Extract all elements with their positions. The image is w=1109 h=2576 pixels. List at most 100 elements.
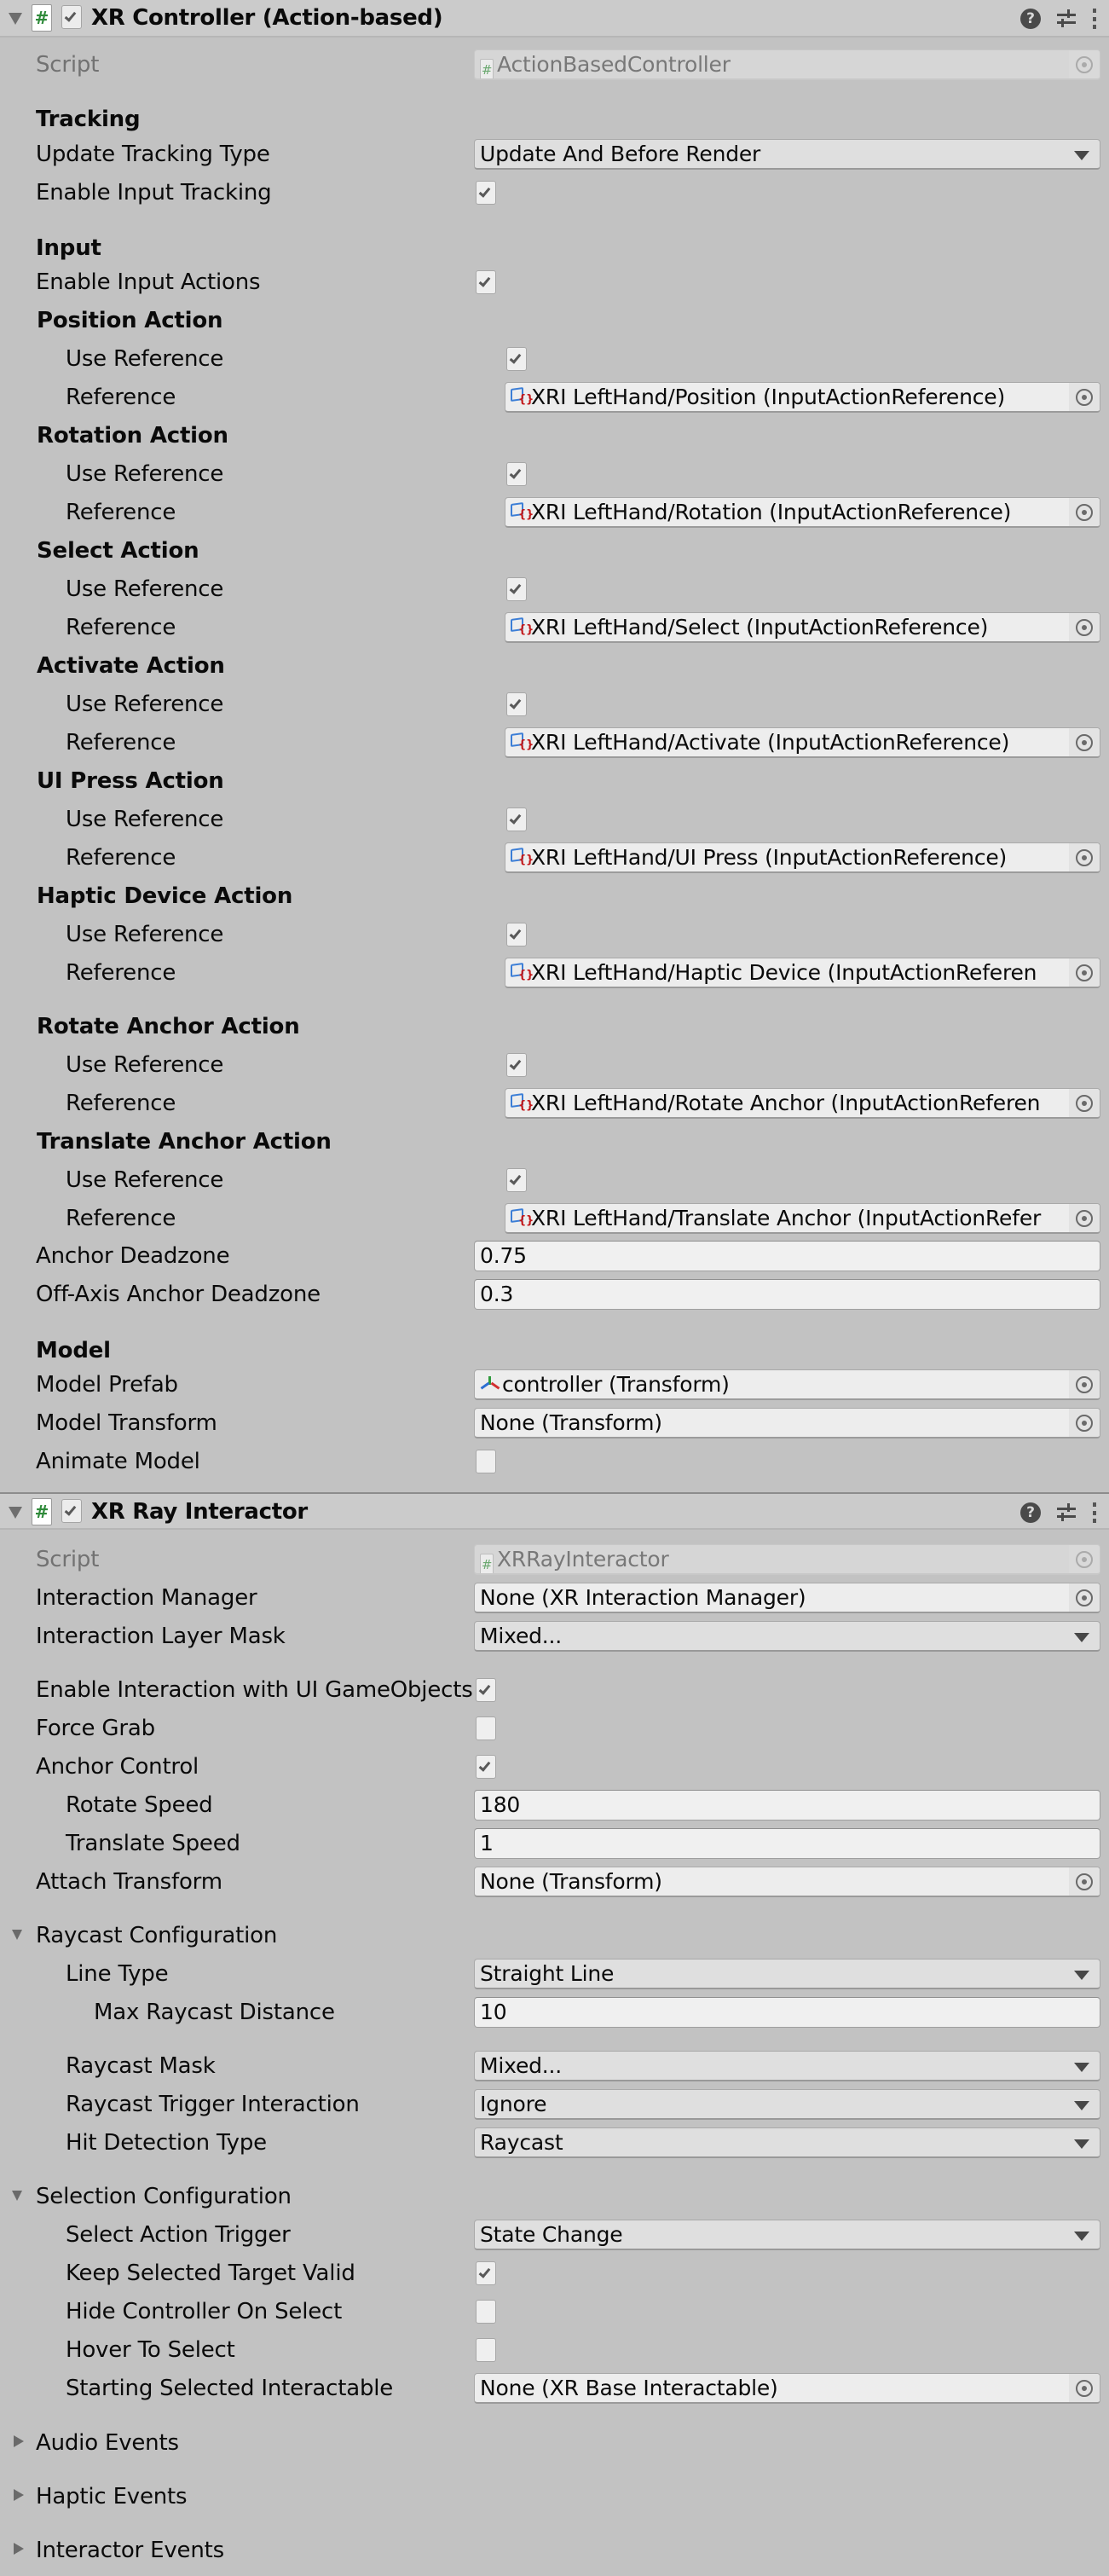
raycast-configuration-label: Raycast Configuration xyxy=(36,1923,278,1948)
input-action-reference-icon: {} xyxy=(511,385,534,408)
help-icon[interactable]: ? xyxy=(1020,1502,1041,1523)
interaction-manager-value: None (XR Interaction Manager) xyxy=(480,1585,806,1610)
haptic-events-foldout[interactable]: Haptic Events xyxy=(0,2480,1109,2514)
anchor-control-label: Anchor Control xyxy=(36,1754,199,1780)
rotate-speed-input[interactable]: 180 xyxy=(474,1790,1100,1821)
use-reference-checkbox[interactable] xyxy=(506,808,527,831)
object-picker-button[interactable] xyxy=(1069,1867,1100,1896)
object-picker-button[interactable] xyxy=(1069,613,1100,641)
reference-row: Reference {} XRI LeftHand/Rotation (InputA… xyxy=(0,495,1109,530)
foldout-expanded-icon[interactable] xyxy=(9,13,22,25)
animate-model-checkbox[interactable] xyxy=(476,1450,496,1473)
hover-to-select-checkbox[interactable] xyxy=(476,2338,496,2362)
enable-ui-interaction-checkbox[interactable] xyxy=(476,1678,496,1702)
presets-icon[interactable] xyxy=(1056,1502,1077,1523)
attach-transform-field[interactable]: None (Transform) xyxy=(474,1867,1100,1897)
foldout-collapsed-icon[interactable] xyxy=(14,2489,24,2501)
anchor-control-checkbox[interactable] xyxy=(476,1755,496,1779)
use-reference-label: Use Reference xyxy=(66,692,224,717)
audio-events-foldout[interactable]: Audio Events xyxy=(0,2426,1109,2460)
raycast-mask-dropdown[interactable]: Mixed... xyxy=(474,2051,1100,2081)
foldout-expanded-icon[interactable] xyxy=(12,1930,22,1940)
kebab-menu-icon[interactable] xyxy=(1092,1502,1097,1523)
foldout-collapsed-icon[interactable] xyxy=(14,2435,24,2447)
input-action-reference-field[interactable]: {} XRI LeftHand/Activate (InputActionRefe… xyxy=(505,727,1100,758)
select-action-trigger-label: Select Action Trigger xyxy=(66,2222,291,2248)
off-axis-anchor-deadzone-input[interactable]: 0.3 xyxy=(474,1279,1100,1310)
interaction-layer-mask-dropdown[interactable]: Mixed... xyxy=(474,1621,1100,1652)
use-reference-checkbox[interactable] xyxy=(506,692,527,716)
component-header-xr-controller[interactable]: # XR Controller (Action-based) ? xyxy=(0,0,1109,38)
keep-selected-target-valid-checkbox[interactable] xyxy=(476,2261,496,2285)
interaction-layer-mask-row: Interaction Layer Mask Mixed... xyxy=(0,1619,1109,1653)
starting-selected-interactable-label: Starting Selected Interactable xyxy=(66,2376,394,2401)
dropdown-arrow-icon xyxy=(1074,2063,1089,2072)
max-raycast-distance-input[interactable]: 10 xyxy=(474,1997,1100,2028)
use-reference-checkbox[interactable] xyxy=(506,1053,527,1077)
help-icon[interactable]: ? xyxy=(1020,9,1041,29)
starting-selected-interactable-field[interactable]: None (XR Base Interactable) xyxy=(474,2373,1100,2404)
hide-controller-on-select-checkbox[interactable] xyxy=(476,2300,496,2324)
input-action-reference-field[interactable]: {} XRI LeftHand/Haptic Device (InputActio… xyxy=(505,958,1100,988)
object-picker-button[interactable] xyxy=(1069,843,1100,871)
checkmark-icon xyxy=(509,1172,522,1185)
interactor-events-foldout[interactable]: Interactor Events xyxy=(0,2533,1109,2567)
input-action-reference-icon: {} xyxy=(511,846,534,868)
use-reference-row: Use Reference xyxy=(0,918,1109,952)
line-type-dropdown[interactable]: Straight Line xyxy=(474,1959,1100,1989)
use-reference-checkbox[interactable] xyxy=(506,462,527,486)
object-picker-button[interactable] xyxy=(1069,498,1100,526)
kebab-menu-icon[interactable] xyxy=(1092,9,1097,29)
raycast-trigger-interaction-dropdown[interactable]: Ignore xyxy=(474,2089,1100,2120)
input-action-reference-field[interactable]: {} XRI LeftHand/Rotate Anchor (InputActio… xyxy=(505,1088,1100,1119)
enable-input-tracking-checkbox[interactable] xyxy=(476,181,496,205)
use-reference-checkbox[interactable] xyxy=(506,923,527,946)
interaction-manager-field[interactable]: None (XR Interaction Manager) xyxy=(474,1583,1100,1613)
foldout-expanded-icon[interactable] xyxy=(12,2191,22,2201)
input-action-reference-field[interactable]: {} XRI LeftHand/UI Press (InputActionRefe… xyxy=(505,842,1100,873)
max-raycast-distance-row: Max Raycast Distance 10 xyxy=(0,1995,1109,2029)
object-picker-button[interactable] xyxy=(1069,728,1100,756)
hit-detection-type-dropdown[interactable]: Raycast xyxy=(474,2127,1100,2158)
foldout-collapsed-icon[interactable] xyxy=(14,2543,24,2555)
input-action-reference-field[interactable]: {} XRI LeftHand/Select (InputActionRefere… xyxy=(505,612,1100,643)
object-picker-button[interactable] xyxy=(1069,1089,1100,1117)
update-tracking-type-dropdown[interactable]: Update And Before Render xyxy=(474,139,1100,170)
reference-value: XRI LeftHand/Select (InputActionReferenc… xyxy=(531,615,989,640)
enable-input-tracking-label: Enable Input Tracking xyxy=(36,180,272,206)
object-picker-button[interactable] xyxy=(1069,1204,1100,1232)
use-reference-checkbox[interactable] xyxy=(506,577,527,601)
model-prefab-row: Model Prefab controller (Transform) xyxy=(0,1368,1109,1402)
object-picker-button[interactable] xyxy=(1069,383,1100,411)
component-enabled-checkbox[interactable] xyxy=(61,5,82,29)
object-picker-button[interactable] xyxy=(1069,1370,1100,1398)
input-action-reference-field[interactable]: {} XRI LeftHand/Rotation (InputActionRefe… xyxy=(505,497,1100,528)
use-reference-checkbox[interactable] xyxy=(506,1168,527,1192)
object-picker-button[interactable] xyxy=(1069,1409,1100,1437)
input-action-reference-field[interactable]: {} XRI LeftHand/Position (InputActionRefe… xyxy=(505,382,1100,413)
input-action-reference-field[interactable]: {} XRI LeftHand/Translate Anchor (InputAc… xyxy=(505,1203,1100,1234)
translate-speed-input[interactable]: 1 xyxy=(474,1828,1100,1859)
attach-transform-value: None (Transform) xyxy=(480,1869,662,1894)
model-prefab-field[interactable]: controller (Transform) xyxy=(474,1369,1100,1400)
off-axis-anchor-deadzone-row: Off-Axis Anchor Deadzone 0.3 xyxy=(0,1277,1109,1311)
reference-label: Reference xyxy=(66,500,176,525)
model-transform-field[interactable]: None (Transform) xyxy=(474,1408,1100,1439)
checkmark-icon xyxy=(509,1057,522,1070)
reference-row: Reference {} XRI LeftHand/Position (InputA… xyxy=(0,380,1109,414)
object-picker-button[interactable] xyxy=(1069,958,1100,987)
raycast-configuration-foldout[interactable]: Raycast Configuration xyxy=(0,1919,1109,1953)
hover-to-select-label: Hover To Select xyxy=(66,2337,235,2363)
selection-configuration-foldout[interactable]: Selection Configuration xyxy=(0,2179,1109,2214)
object-picker-button[interactable] xyxy=(1069,1583,1100,1612)
component-enabled-checkbox[interactable] xyxy=(61,1499,82,1523)
presets-icon[interactable] xyxy=(1056,9,1077,29)
enable-input-actions-checkbox[interactable] xyxy=(476,270,496,294)
select-action-trigger-dropdown[interactable]: State Change xyxy=(474,2220,1100,2250)
object-picker-button[interactable] xyxy=(1069,2374,1100,2402)
use-reference-checkbox[interactable] xyxy=(506,347,527,371)
component-header-xr-ray-interactor[interactable]: # XR Ray Interactor ? xyxy=(0,1492,1109,1530)
foldout-expanded-icon[interactable] xyxy=(9,1507,22,1519)
force-grab-checkbox[interactable] xyxy=(476,1716,496,1740)
anchor-deadzone-input[interactable]: 0.75 xyxy=(474,1241,1100,1271)
